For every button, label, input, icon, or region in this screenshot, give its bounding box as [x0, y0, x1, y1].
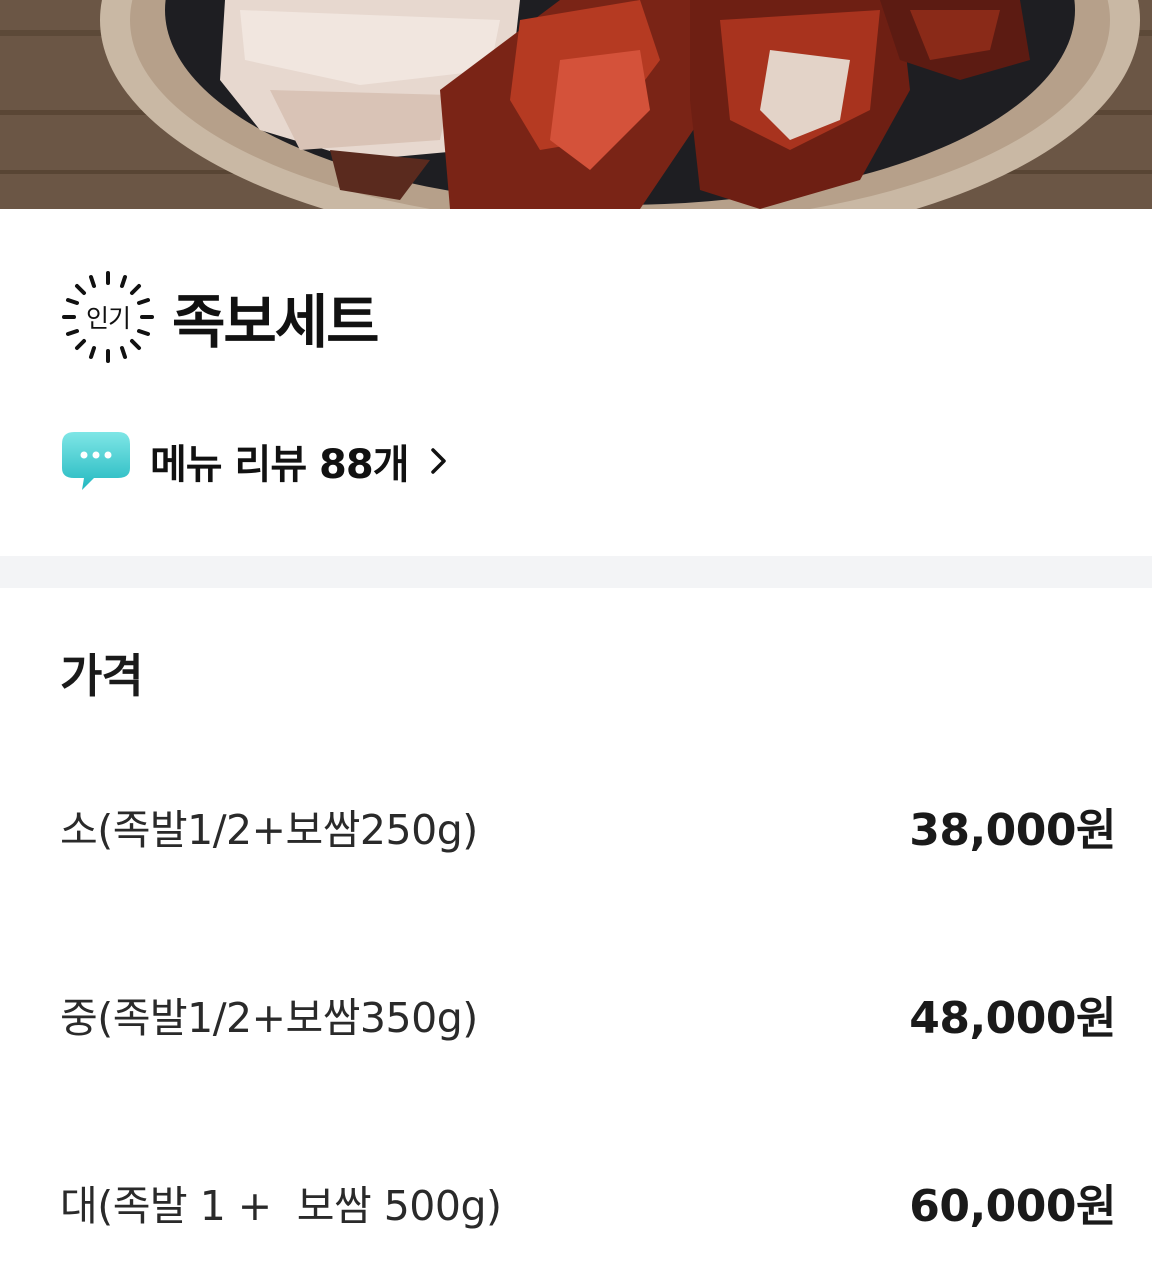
price-option-row[interactable]: 대(족발 1 + 보쌈 500g) 60,000원: [60, 1172, 1116, 1232]
price-option-label: 중(족발1/2+보쌈350g): [60, 994, 478, 1042]
menu-hero-image: [0, 0, 1152, 209]
menu-title-row: 인기 족보세트: [60, 268, 379, 366]
price-option-label: 소(족발1/2+보쌈250g): [60, 806, 478, 854]
popular-badge-label: 인기: [85, 304, 131, 333]
price-option-amount: 60,000원: [909, 1181, 1116, 1232]
speech-bubble-icon: [62, 432, 130, 490]
section-divider: [0, 556, 1152, 588]
price-option-row[interactable]: 중(족발1/2+보쌈350g) 48,000원: [60, 984, 1116, 1044]
price-option-label: 대(족발 1 + 보쌈 500g): [60, 1182, 502, 1230]
menu-title: 족보세트: [172, 288, 379, 356]
menu-review-label: 메뉴 리뷰 88개: [150, 442, 410, 488]
price-option-amount: 48,000원: [909, 993, 1116, 1044]
price-option-row[interactable]: 소(족발1/2+보쌈250g) 38,000원: [60, 796, 1116, 856]
chevron-right-icon: [430, 448, 446, 474]
popular-badge: 인기: [60, 269, 156, 365]
price-option-amount: 38,000원: [909, 805, 1116, 856]
price-section-heading: 가격: [60, 649, 144, 703]
menu-review-link[interactable]: 메뉴 리뷰 88개: [60, 428, 449, 494]
